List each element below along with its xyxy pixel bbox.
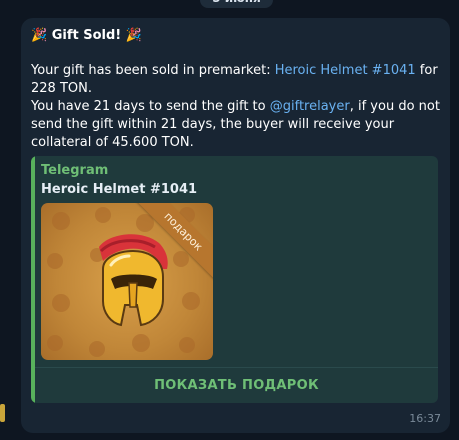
preview-site-name: Telegram xyxy=(41,163,109,178)
message-bubble: 🎉 Gift Sold! 🎉 Your gift has been sold i… xyxy=(21,18,450,433)
gift-image[interactable]: подарок xyxy=(41,203,213,360)
date-separator: 5 июня xyxy=(200,0,273,8)
user-mention-link[interactable]: @giftrelayer xyxy=(270,99,350,114)
preview-accent-bar xyxy=(31,156,35,403)
preview-title: Heroic Helmet #1041 xyxy=(41,182,198,197)
link-preview[interactable]: Telegram Heroic Helmet #1041 подарок ПОК… xyxy=(31,156,438,403)
message-title-text: Gift Sold! xyxy=(51,28,122,43)
message-body: Your gift has been sold in premarket: He… xyxy=(31,62,441,152)
show-gift-button[interactable]: ПОКАЗАТЬ ПОДАРОК xyxy=(35,368,438,403)
message-text: Your gift has been sold in premarket: xyxy=(31,63,275,78)
avatar-edge-icon xyxy=(0,404,5,422)
message-text: You have 21 days to send the gift to xyxy=(31,99,270,114)
party-popper-icon: 🎉 xyxy=(125,28,142,43)
party-popper-icon: 🎉 xyxy=(31,28,48,43)
message-time: 16:37 xyxy=(409,412,441,425)
gift-link[interactable]: Heroic Helmet #1041 xyxy=(275,63,416,78)
message-title: 🎉 Gift Sold! 🎉 xyxy=(31,28,142,43)
